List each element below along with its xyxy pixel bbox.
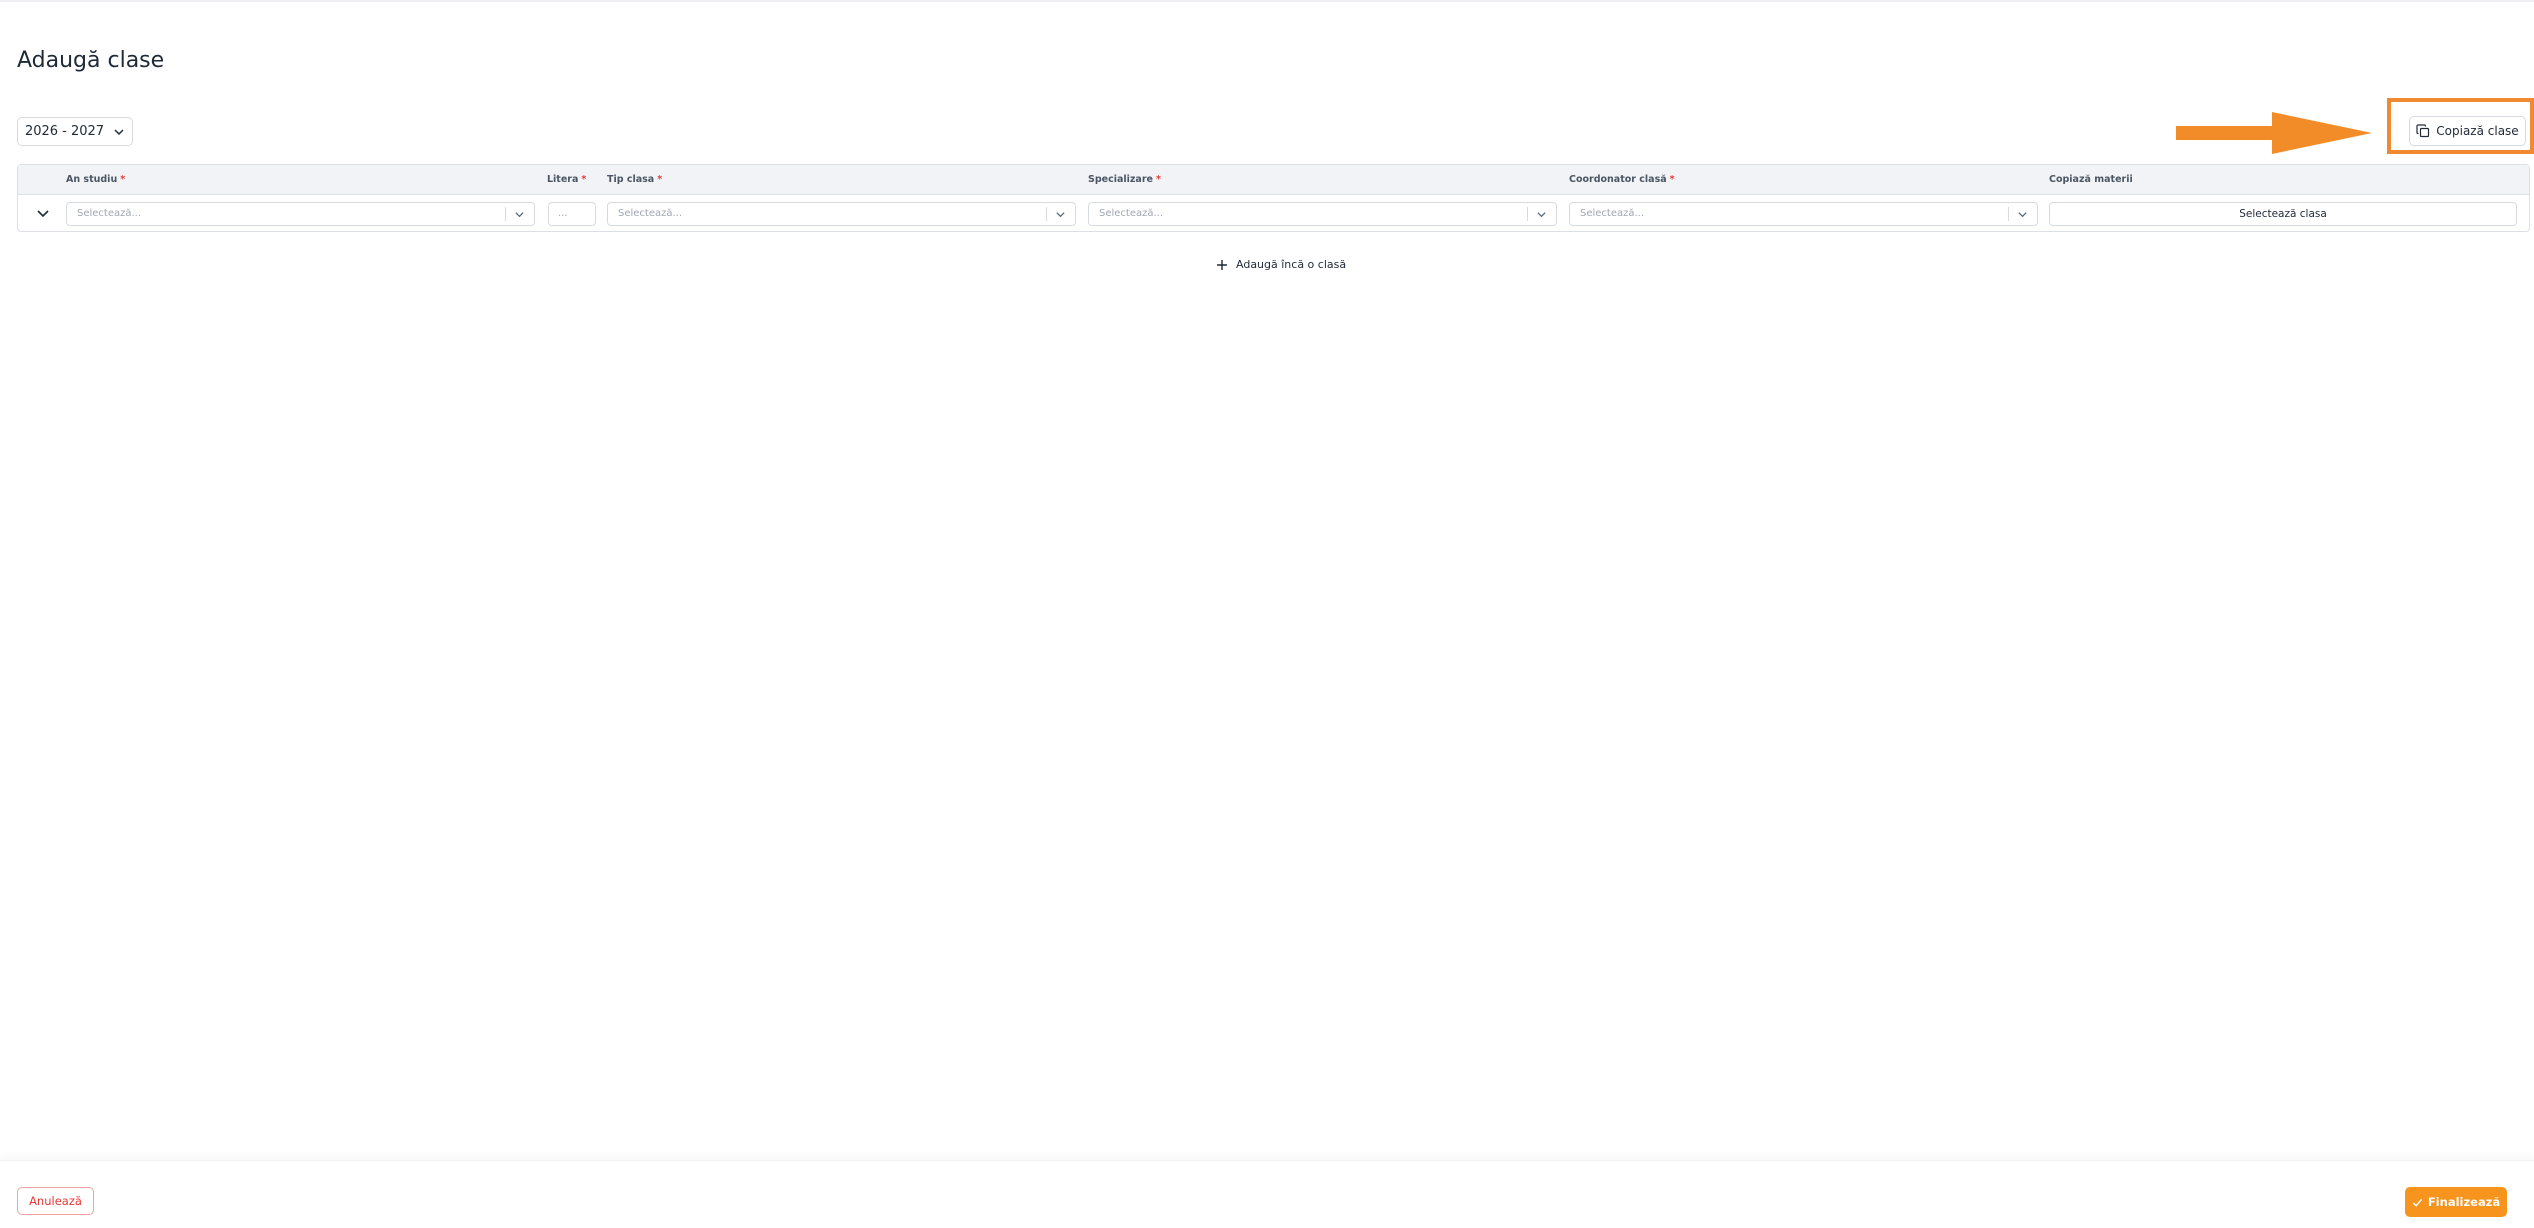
- table-row: Selectează... ... Selectează... Selectea…: [18, 195, 2529, 232]
- specializare-select[interactable]: Selectează...: [1088, 202, 1557, 226]
- litera-input[interactable]: ...: [548, 202, 596, 226]
- chevron-down-icon: [37, 210, 49, 218]
- chevron-down-icon: [114, 128, 124, 135]
- column-header-coordonator: Coordonator clasă *: [1569, 174, 1675, 185]
- select-separator: [1046, 207, 1047, 221]
- select-separator: [1527, 207, 1528, 221]
- copy-classes-button[interactable]: Copiază clase: [2409, 116, 2526, 146]
- check-icon: [2412, 1198, 2423, 1207]
- add-another-class-button[interactable]: Adaugă încă o clasă: [1216, 258, 1346, 271]
- top-divider: [0, 0, 2534, 2]
- select-separator: [2008, 207, 2009, 221]
- expand-row-button[interactable]: [33, 203, 53, 223]
- column-header-tip-clasa: Tip clasa *: [607, 174, 663, 185]
- copy-icon: [2416, 124, 2430, 138]
- chevron-down-icon: [1537, 212, 1546, 218]
- chevron-down-icon: [1056, 212, 1065, 218]
- cancel-button[interactable]: Anulează: [17, 1187, 94, 1215]
- finish-button[interactable]: Finalizează: [2405, 1187, 2507, 1217]
- column-header-copiaza-materii: Copiază materii: [2049, 174, 2133, 185]
- school-year-value: 2026 - 2027: [24, 124, 105, 139]
- footer-bar: [0, 1160, 2534, 1228]
- tip-clasa-placeholder: Selectează...: [618, 208, 683, 219]
- coordonator-placeholder: Selectează...: [1580, 208, 1645, 219]
- arrow-right-icon: [2176, 112, 2372, 154]
- add-another-class-label: Adaugă încă o clasă: [1236, 258, 1347, 271]
- school-year-select[interactable]: 2026 - 2027: [17, 117, 133, 146]
- select-separator: [505, 207, 506, 221]
- litera-placeholder: ...: [558, 208, 568, 219]
- coordonator-select[interactable]: Selectează...: [1569, 202, 2038, 226]
- specializare-placeholder: Selectează...: [1099, 208, 1164, 219]
- chevron-down-icon: [2018, 212, 2027, 218]
- tip-clasa-select[interactable]: Selectează...: [607, 202, 1076, 226]
- copy-classes-label: Copiază clase: [2436, 124, 2519, 138]
- table-header: An studiu * Litera * Tip clasa * Specializa…: [18, 165, 2529, 195]
- select-class-button[interactable]: Selectează clasa: [2049, 202, 2517, 226]
- an-studiu-placeholder: Selectează...: [77, 208, 142, 219]
- finish-label: Finalizează: [2427, 1195, 2501, 1209]
- chevron-down-icon: [515, 212, 524, 218]
- an-studiu-select[interactable]: Selectează...: [66, 202, 535, 226]
- classes-table: An studiu * Litera * Tip clasa * Specializa…: [17, 164, 2530, 232]
- plus-icon: [1217, 259, 1227, 270]
- column-header-specializare: Specializare *: [1088, 174, 1161, 185]
- column-header-litera: Litera *: [547, 174, 587, 185]
- column-header-an-studiu: An studiu *: [66, 174, 126, 185]
- page-title: Adaugă clase: [17, 48, 165, 73]
